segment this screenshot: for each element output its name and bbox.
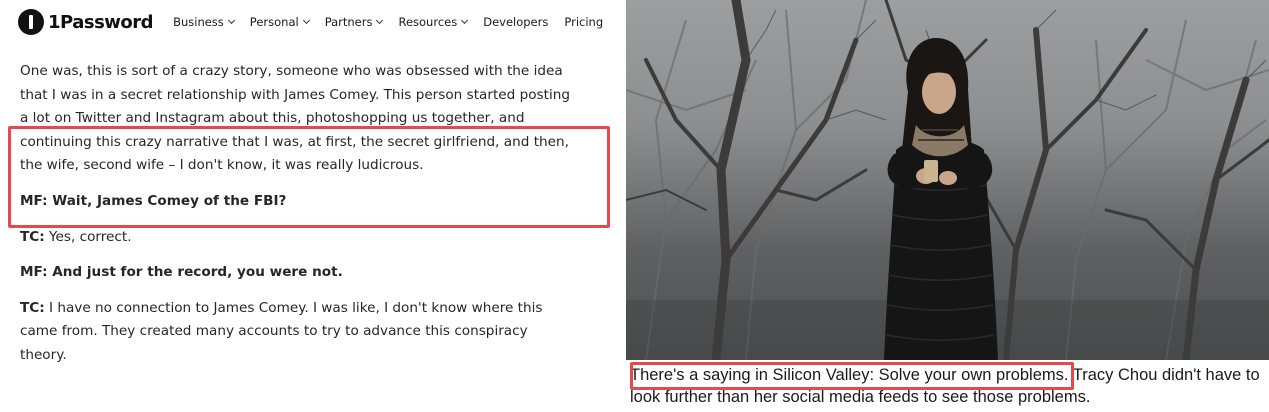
nav-item-partners[interactable]: Partners [324,15,384,29]
text-line: a lot on Twitter and Instagram about thi… [20,110,525,127]
text-line: theory. [20,346,67,363]
chevron-down-icon [302,16,310,25]
text-line: that I was in a secret relationship with… [20,86,570,103]
caption-line: There's a saying in Silicon Valley: Solv… [630,366,1260,384]
tracy-chou-photo [626,0,1269,360]
text-line: One was, this is sort of a crazy story, … [20,63,563,79]
answer-correct: TC: Yes, correct. [20,226,620,250]
nav-item-developers[interactable]: Developers [483,15,548,29]
text-line: TC: I have no connection to James Comey.… [20,297,620,321]
paragraph-story: One was, this is sort of a crazy story, … [20,60,620,178]
answer-no-connection: TC: I have no connection to James Comey.… [20,297,620,368]
chevron-down-icon [461,16,469,25]
speaker-label: TC: [20,228,45,245]
text-line: the wife, second wife – I don't know, it… [20,157,424,174]
top-nav: 1Password Business Personal Partners Res… [18,8,619,36]
chevron-down-icon [376,16,384,25]
photo-panel: There's a saying in Silicon Valley: Solv… [626,0,1269,412]
nav-item-label: Resources [398,15,458,29]
text-line: came from. They created many accounts to… [20,323,528,340]
article-body: One was, this is sort of a crazy story, … [20,60,620,368]
person-figure [884,38,998,360]
logo-text[interactable]: 1Password [48,12,154,33]
nav-item-business[interactable]: Business [173,15,235,29]
photo-illustration [626,0,1269,360]
nav-item-resources[interactable]: Resources [398,15,469,29]
chevron-down-icon [227,16,235,25]
nav-item-label: Partners [324,15,373,29]
article-panel: 1Password Business Personal Partners Res… [0,0,626,412]
1password-logo-icon[interactable] [18,9,44,35]
nav-item-label: Pricing [564,15,604,29]
text-line: continuing this crazy narrative that I w… [20,133,569,150]
answer-text: Yes, correct. [44,228,132,245]
question-for-record: MF: And just for the record, you were no… [20,264,343,281]
answer-text: I have no connection to James Comey. I w… [44,299,543,316]
caption-line: look further than her social media feeds… [630,388,1091,406]
nav-item-pricing[interactable]: Pricing [564,15,603,29]
nav-item-label: Personal [249,15,299,29]
question-comey-fbi: MF: Wait, James Comey of the FBI? [20,192,287,209]
nav-item-label: Developers [483,15,549,29]
speaker-label: TC: [20,299,45,316]
nav-item-label: Business [173,15,224,29]
nav-item-personal[interactable]: Personal [249,15,310,29]
photo-caption: There's a saying in Silicon Valley: Solv… [630,364,1266,408]
